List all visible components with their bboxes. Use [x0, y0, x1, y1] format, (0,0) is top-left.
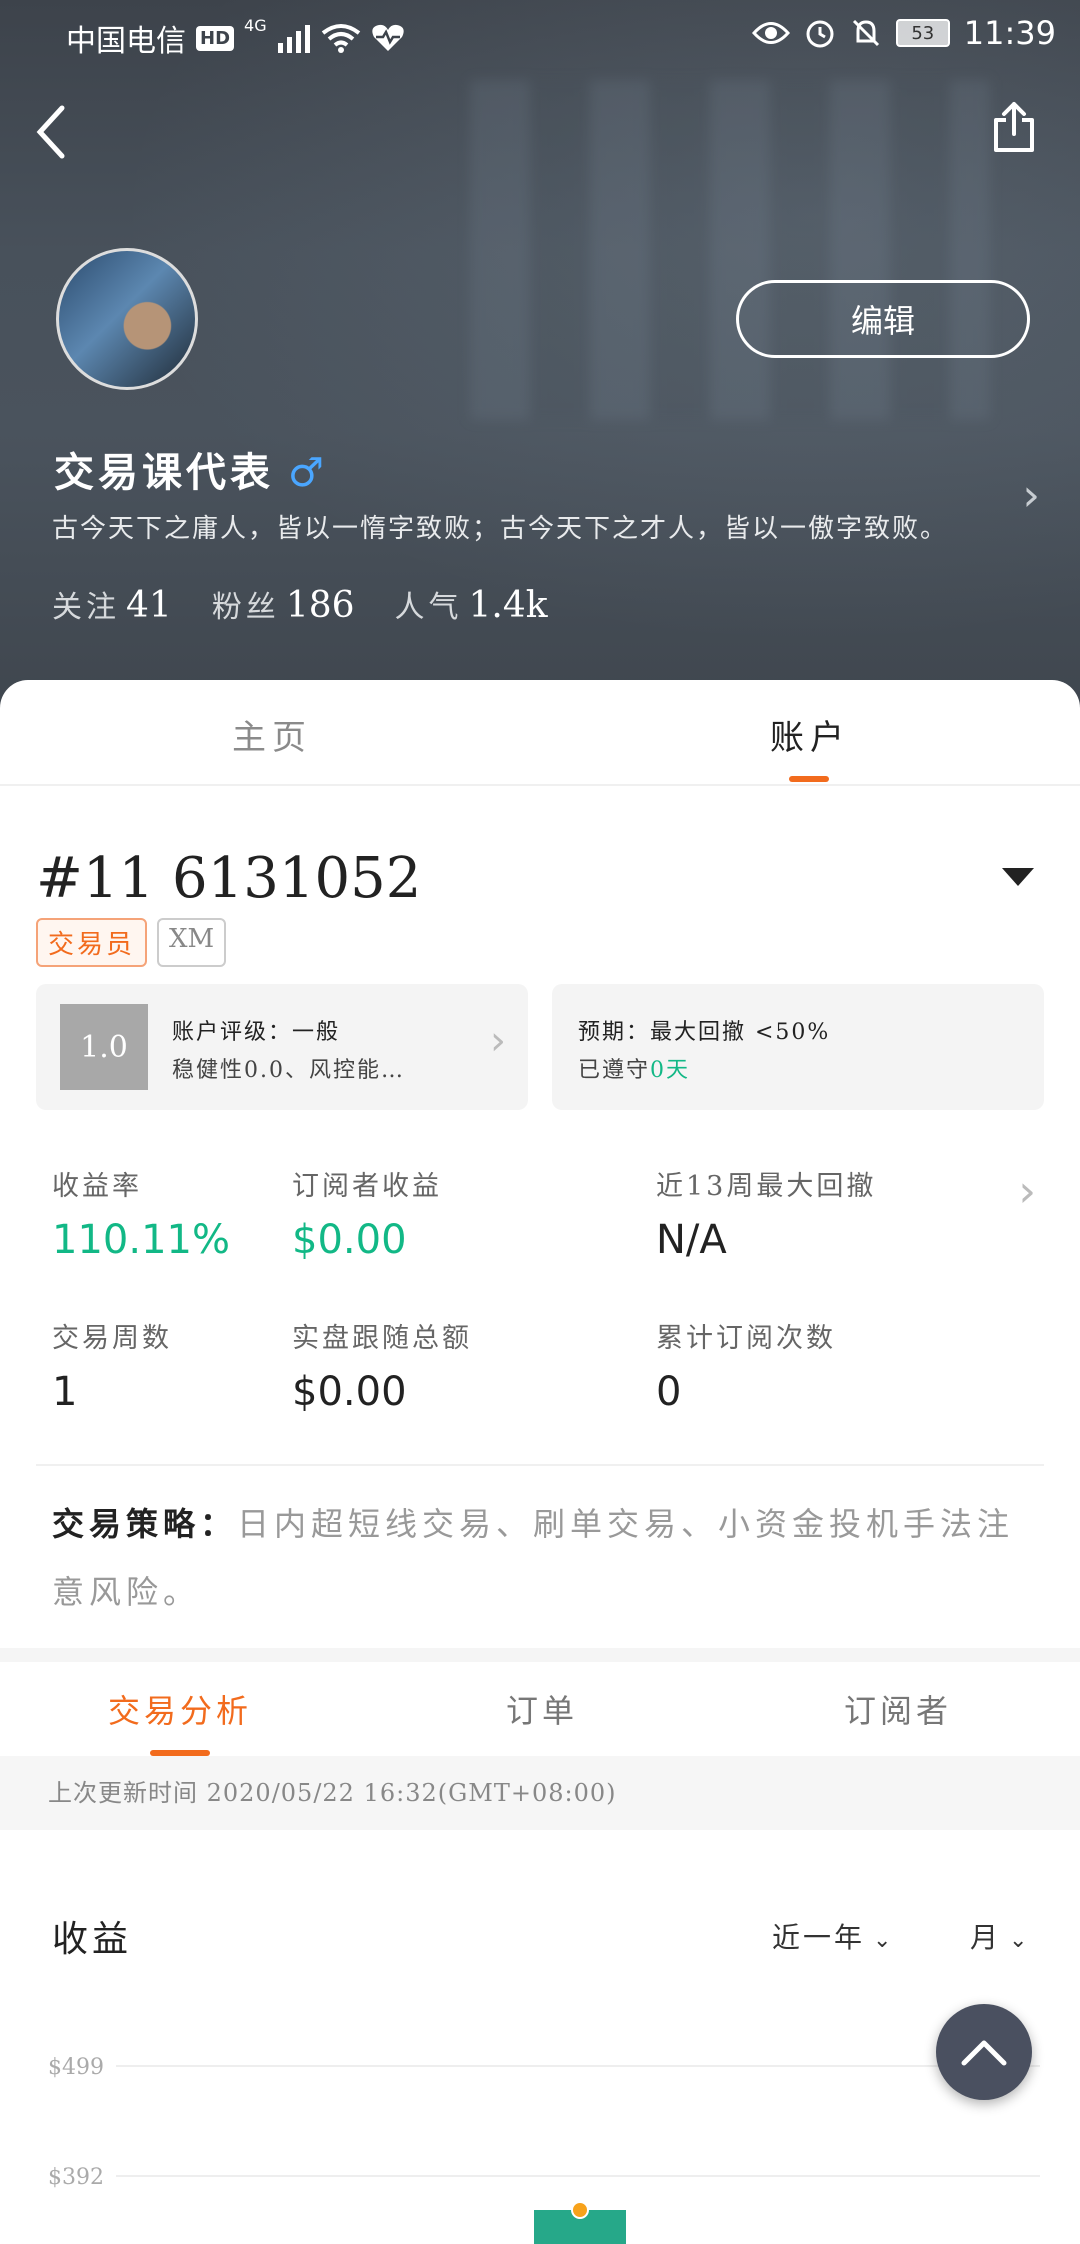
metric-value: 1	[52, 1369, 78, 1415]
expectation-detail: 已遵守0天	[578, 1052, 690, 1084]
stat-label: 关注	[52, 590, 120, 625]
trading-strategy: 交易策略：日内超短线交易、刷单交易、小资金投机手法注意风险。	[52, 1490, 1032, 1626]
stat-value: 41	[126, 585, 172, 626]
last-update-time: 上次更新时间 2020/05/22 16:32(GMT+08:00)	[0, 1756, 1080, 1830]
network-label: 4G	[244, 16, 267, 35]
username-text: 交易课代表	[54, 449, 274, 496]
chevron-down-icon: ⌄	[1009, 1928, 1031, 1953]
alarm-icon	[806, 20, 834, 48]
metric-label: 累计订阅次数	[656, 1323, 836, 1354]
mute-bell-icon	[852, 19, 879, 47]
back-button[interactable]	[36, 104, 68, 170]
account-dropdown-icon[interactable]	[1002, 868, 1034, 886]
metric-label: 收益率	[52, 1171, 142, 1202]
y-tick-label: $499	[48, 2055, 104, 2080]
metric-label: 订阅者收益	[292, 1171, 442, 1202]
avatar[interactable]	[56, 248, 198, 390]
chart-title: 收益	[52, 1919, 133, 1960]
divider	[36, 1464, 1044, 1466]
metric-value: 0	[656, 1369, 682, 1415]
followers-stat[interactable]: 粉丝 186	[212, 582, 355, 626]
account-tags: 交易员 XM	[36, 918, 227, 967]
rating-title: 账户评级：一般	[172, 1020, 341, 1045]
tab-orders[interactable]: 订单	[506, 1686, 578, 1732]
heart-rate-icon	[371, 24, 404, 51]
stat-value: 1.4k	[468, 585, 548, 626]
chevron-left-icon	[36, 105, 65, 159]
range-select[interactable]: 近一年 ⌄	[772, 1916, 894, 1956]
section-gap	[0, 1648, 1080, 1662]
carrier-label: 中国电信	[66, 24, 186, 59]
following-stat[interactable]: 关注 41	[52, 582, 172, 626]
metric-label: 近13周最大回撤	[656, 1171, 877, 1202]
stat-label: 人气	[394, 590, 463, 625]
signal-icon	[277, 25, 310, 53]
username: 交易课代表 ♂	[54, 440, 328, 498]
battery-icon: 53	[895, 19, 950, 47]
y-tick-label: $392	[48, 2165, 104, 2190]
profile-stats: 关注 41 粉丝 186 人气 1.4k	[52, 582, 548, 626]
range-select-value: 近一年	[772, 1921, 866, 1954]
wifi-icon	[321, 24, 360, 53]
metric-return-rate: 收益率 110.11%	[52, 1164, 230, 1263]
chevron-right-icon: ›	[490, 1018, 506, 1064]
metric-value: 110.11%	[52, 1217, 230, 1263]
account-rating-card[interactable]: 1.0 账户评级：一般 稳健性0.0、风控能… ›	[36, 984, 528, 1110]
metric-label: 实盘跟随总额	[292, 1323, 472, 1354]
tab-subscribers[interactable]: 订阅者	[844, 1686, 952, 1732]
profit-chart: $499 $392	[48, 2055, 1040, 2244]
main-tab-bar: 主页 账户	[0, 680, 1080, 786]
tab-account[interactable]: 账户	[770, 710, 850, 759]
analysis-tab-bar: 交易分析 订单 订阅者	[0, 1662, 1080, 1756]
metric-subscriber-profit: 订阅者收益 $0.00	[292, 1164, 442, 1263]
compliance-prefix: 已遵守	[578, 1058, 651, 1083]
metric-follow-total: 实盘跟随总额 $0.00	[292, 1316, 472, 1415]
share-button[interactable]	[992, 100, 1036, 154]
tab-home[interactable]: 主页	[232, 710, 312, 759]
expectation-title: 预期：最大回撤 <50%	[578, 1020, 831, 1045]
account-number: #11 6131052	[36, 846, 422, 911]
chevron-up-icon	[961, 2040, 1007, 2066]
male-icon: ♂	[288, 450, 328, 496]
popularity-stat: 人气 1.4k	[395, 582, 548, 626]
chart-point	[571, 2201, 589, 2219]
metric-value: $0.00	[292, 1369, 407, 1415]
hd-icon: HD	[196, 25, 235, 51]
tab-trade-analysis[interactable]: 交易分析	[108, 1686, 252, 1732]
metric-trading-weeks: 交易周数 1	[52, 1316, 172, 1415]
scroll-to-top-button[interactable]	[936, 2004, 1032, 2100]
edit-profile-button[interactable]: 编辑	[736, 280, 1030, 358]
strategy-label: 交易策略：	[52, 1505, 238, 1543]
metric-value: $0.00	[292, 1217, 407, 1263]
metric-max-drawdown[interactable]: 近13周最大回撤 N/A	[656, 1164, 876, 1263]
rating-detail: 稳健性0.0、风控能…	[172, 1058, 405, 1083]
compliance-days: 0天	[650, 1058, 691, 1083]
metric-subscription-count: 累计订阅次数 0	[656, 1316, 836, 1415]
period-select[interactable]: 月 ⌄	[970, 1916, 1030, 1956]
stat-value: 186	[285, 585, 355, 626]
metric-value: N/A	[656, 1217, 727, 1263]
rating-score: 1.0	[60, 1004, 148, 1090]
eye-icon	[751, 22, 790, 44]
clock: 11:39	[963, 14, 1056, 52]
chevron-down-icon: ⌄	[873, 1928, 895, 1953]
share-icon	[994, 102, 1034, 152]
status-bar: 中国电信 HD 4G 53 11:39	[0, 0, 1080, 72]
period-select-value: 月	[970, 1921, 1002, 1954]
broker-badge: XM	[157, 918, 227, 967]
metric-label: 交易周数	[52, 1323, 172, 1354]
content-sheet: 主页 账户 #11 6131052 交易员 XM 1.0 账户评级：一般 稳健性…	[0, 680, 1080, 2244]
profile-detail-chevron-icon[interactable]: ›	[1022, 470, 1040, 521]
trader-badge: 交易员	[36, 918, 148, 967]
bio-text: 古今天下之庸人，皆以一惰字致败；古今天下之才人，皆以一傲字致败。	[52, 514, 949, 544]
tab-indicator	[789, 776, 829, 782]
expectation-card: 预期：最大回撤 <50% 已遵守0天	[552, 984, 1044, 1110]
stat-label: 粉丝	[211, 590, 280, 625]
drawdown-chevron-icon[interactable]: ›	[1018, 1166, 1036, 1217]
